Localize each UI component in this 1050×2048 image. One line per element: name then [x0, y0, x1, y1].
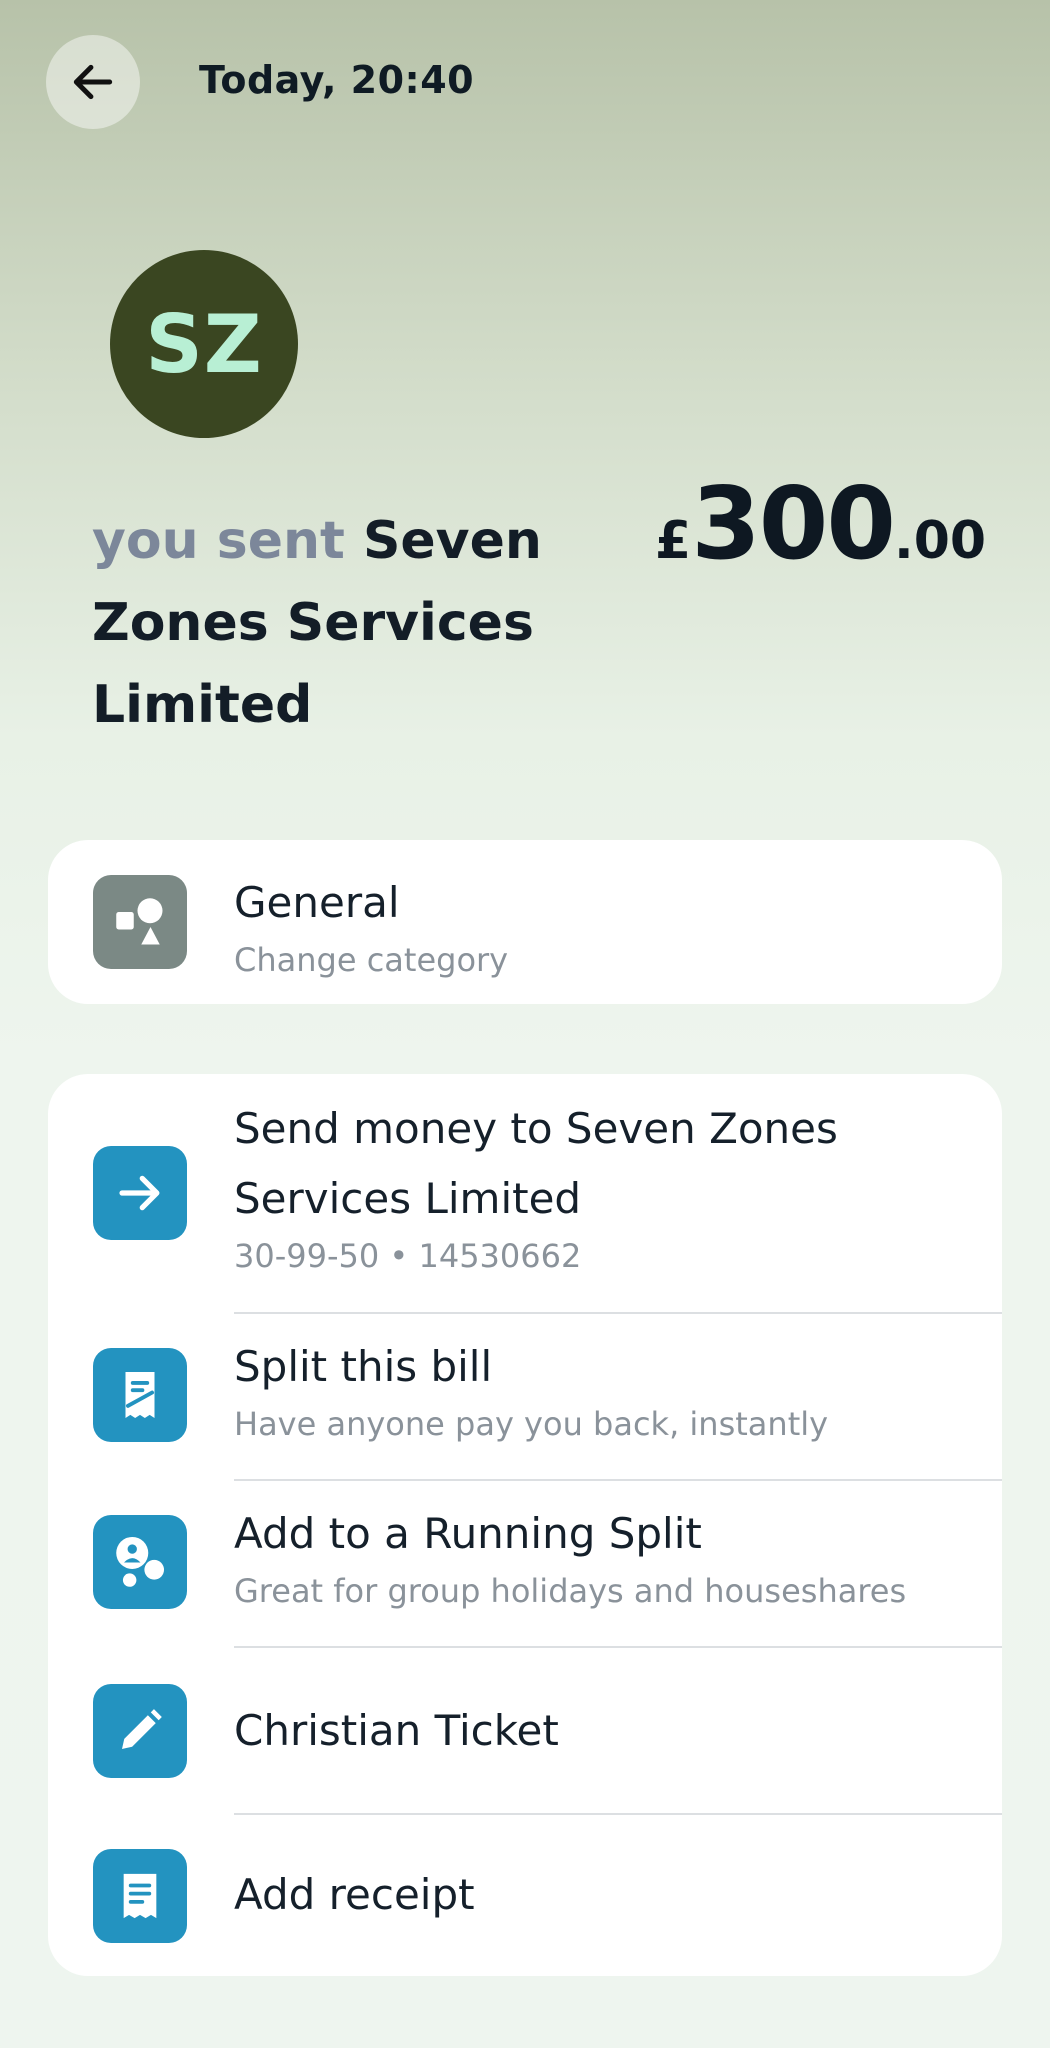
actions-card: Send money to Seven Zones Services Limit… [48, 1074, 1002, 1976]
send-money-row[interactable]: Send money to Seven Zones Services Limit… [48, 1074, 1002, 1312]
arrow-right-icon [93, 1146, 187, 1240]
back-button[interactable] [46, 35, 140, 129]
transaction-headline: you sent Seven Zones Services Limited [92, 500, 552, 746]
split-bill-icon [93, 1348, 187, 1442]
amount-pence: .00 [893, 511, 987, 571]
shapes-icon [93, 875, 187, 969]
arrow-left-icon [73, 64, 113, 100]
headline-prefix: you sent [92, 511, 345, 571]
transaction-amount: £ 300 .00 [655, 465, 986, 582]
merchant-avatar[interactable]: SZ [110, 250, 298, 438]
running-split-title: Add to a Running Split [234, 1509, 702, 1558]
receipt-icon [93, 1849, 187, 1943]
currency-symbol: £ [655, 511, 692, 571]
running-split-icon [93, 1515, 187, 1609]
add-receipt-row[interactable]: Add receipt [48, 1815, 1002, 1976]
category-subtitle: Change category [234, 941, 509, 979]
note-title: Christian Ticket [234, 1706, 559, 1755]
send-money-title: Send money to Seven Zones Services Limit… [234, 1104, 838, 1223]
split-bill-title: Split this bill [234, 1342, 493, 1391]
transaction-timestamp: Today, 20:40 [199, 58, 475, 102]
pencil-icon [93, 1684, 187, 1778]
running-split-subtitle: Great for group holidays and houseshares [234, 1572, 907, 1610]
category-row[interactable]: General Change category [48, 840, 1002, 1004]
note-row[interactable]: Christian Ticket [48, 1648, 1002, 1814]
add-receipt-title: Add receipt [234, 1870, 475, 1919]
running-split-row[interactable]: Add to a Running Split Great for group h… [48, 1481, 1002, 1647]
header: Today, 20:40 [0, 0, 1050, 165]
split-bill-subtitle: Have anyone pay you back, instantly [234, 1405, 829, 1443]
merchant-initials: SZ [145, 297, 263, 391]
account-details: 30-99-50 • 14530662 [234, 1237, 582, 1275]
split-bill-row[interactable]: Split this bill Have anyone pay you back… [48, 1314, 1002, 1480]
category-card[interactable]: General Change category [48, 840, 1002, 1004]
amount-whole: 300 [691, 465, 896, 582]
category-title: General [234, 878, 400, 927]
